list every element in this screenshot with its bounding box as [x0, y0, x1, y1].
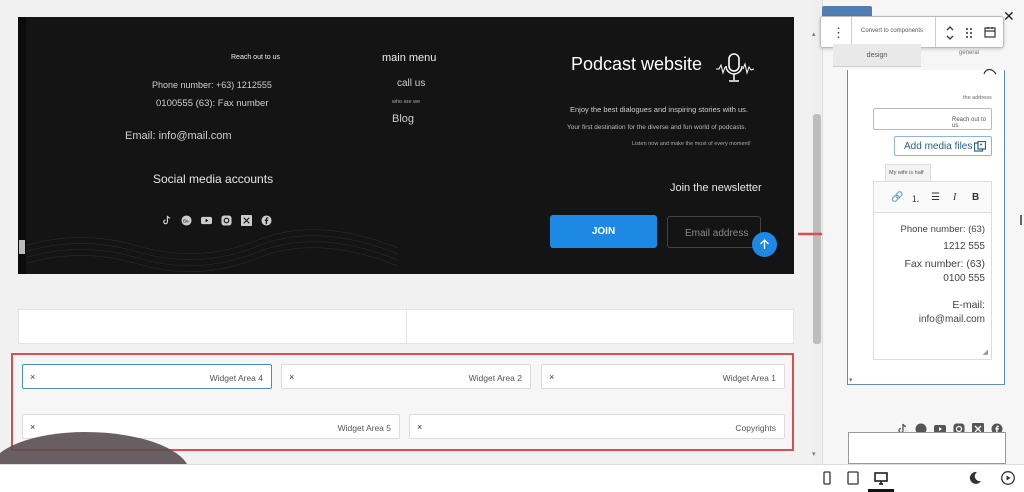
editor-line: Phone number: (63) [900, 224, 986, 235]
editor-line: 1212 555 [943, 241, 985, 252]
text-editor[interactable]: Phone number: (63) 1212 555 Fax number: … [873, 213, 992, 360]
tiktok-icon[interactable] [161, 213, 172, 225]
facebook-icon[interactable] [261, 213, 272, 226]
tab-design[interactable]: design [833, 44, 921, 67]
add-media-button[interactable]: Add media files [894, 136, 992, 156]
panel-edge-handle[interactable] [1020, 215, 1022, 225]
svg-text:Be: Be [183, 218, 189, 223]
editor-line: Fax number: (63) [904, 258, 985, 270]
main-menu-heading: main menu [382, 52, 437, 64]
remove-icon[interactable]: × [549, 372, 554, 382]
social-icons: Be [161, 213, 272, 226]
remove-icon[interactable]: × [417, 422, 422, 432]
bold-icon[interactable]: B [972, 192, 979, 203]
resize-handle-icon[interactable]: ◢ [983, 348, 988, 356]
widget-label: Widget Area 5 [337, 423, 391, 433]
unordered-list-icon[interactable]: ☰ [931, 192, 940, 203]
remove-icon[interactable]: × [289, 372, 294, 382]
dark-mode-icon[interactable] [968, 471, 982, 485]
x-icon[interactable] [241, 213, 252, 226]
join-button[interactable]: JOIN [550, 215, 657, 248]
widget-area-2[interactable]: × Widget Area 2 [281, 364, 531, 389]
play-icon[interactable] [1001, 471, 1015, 485]
reach-out-heading: Reach out to us [231, 54, 281, 61]
empty-layout-row[interactable] [18, 309, 794, 344]
close-icon[interactable]: ✕ [1003, 8, 1015, 25]
footer-preview: Reach out to us Phone number: +63) 12125… [18, 17, 794, 274]
device-toolbar [0, 464, 1024, 492]
format-toolbar: 🔗 ⒈ ☰ I B [873, 181, 992, 213]
menu-link-call-us[interactable]: call us [397, 78, 425, 89]
editor-line: E-mail: [952, 299, 985, 311]
youtube-icon[interactable] [201, 213, 212, 225]
behance-icon[interactable]: Be [181, 213, 192, 226]
microphone-icon [716, 53, 755, 82]
menu-link-blog[interactable]: Blog [392, 113, 414, 125]
scroll-down-icon[interactable]: ▾ [812, 450, 816, 458]
curl-icon [983, 68, 997, 75]
scroll-top-button[interactable] [752, 232, 777, 257]
preview-scrollbar[interactable] [18, 17, 26, 274]
menu-link-who-we-are[interactable]: who are we [392, 99, 420, 105]
calendar-icon[interactable] [984, 26, 996, 38]
drag-handle-icon[interactable] [965, 27, 973, 39]
heading-input[interactable]: Reach out to us [873, 108, 992, 130]
widget-copyrights[interactable]: × Copyrights [409, 414, 785, 439]
arrow-up-icon [760, 239, 769, 249]
widget-label: Widget Area 4 [209, 373, 263, 383]
scroll-up-icon[interactable]: ▴ [812, 30, 816, 38]
email-input[interactable]: Email address [667, 216, 761, 248]
editor-line: 0100 555 [943, 273, 985, 284]
ordered-list-icon[interactable]: ⒈ [911, 192, 920, 205]
editor-visual-tab[interactable]: My wife is half [885, 164, 931, 181]
widget-label: Widget Area 2 [468, 373, 522, 383]
convert-components-button[interactable]: Convert to components [861, 28, 923, 34]
scroll-down-icon[interactable]: ▾ [849, 376, 853, 384]
phone-text: Phone number: +63) 1212555 [152, 80, 272, 90]
more-options-icon[interactable]: ⋮ [832, 25, 845, 41]
editor-canvas: Reach out to us Phone number: +63) 12125… [0, 0, 812, 492]
widget-label: Copyrights [735, 423, 776, 433]
widget-label: Widget Area 1 [722, 373, 776, 383]
mobile-icon[interactable] [820, 471, 834, 485]
tagline-1: Enjoy the best dialogues and inspiring s… [570, 105, 749, 114]
widget-area-1[interactable]: × Widget Area 1 [541, 364, 785, 389]
next-block-preview[interactable] [848, 432, 1006, 464]
remove-icon[interactable]: × [30, 372, 35, 382]
media-icon [974, 141, 986, 152]
email-text: Email: info@mail.com [125, 130, 232, 142]
remove-icon[interactable]: × [30, 422, 35, 432]
address-label: the address [963, 95, 992, 101]
tagline-2: Your first destination for the diverse a… [567, 124, 747, 131]
italic-icon[interactable]: I [953, 192, 956, 203]
widget-area-4[interactable]: × Widget Area 4 [22, 364, 272, 389]
newsletter-heading: Join the newsletter [670, 182, 762, 194]
social-heading: Social media accounts [153, 172, 274, 186]
tagline-3: Listen now and make the most of every mo… [632, 141, 751, 147]
instagram-icon[interactable] [221, 213, 232, 226]
desktop-icon[interactable] [874, 471, 888, 485]
editor-line: info@mail.com [918, 314, 985, 325]
fax-text: 0100555 (63): Fax number [156, 98, 269, 109]
move-up-down-icon[interactable] [945, 23, 955, 43]
site-title: Podcast website [571, 54, 703, 74]
tablet-icon[interactable] [846, 471, 860, 485]
link-icon[interactable]: 🔗 [891, 192, 903, 203]
add-media-label: Add media files [904, 141, 973, 152]
tab-general[interactable]: general [922, 44, 1016, 67]
